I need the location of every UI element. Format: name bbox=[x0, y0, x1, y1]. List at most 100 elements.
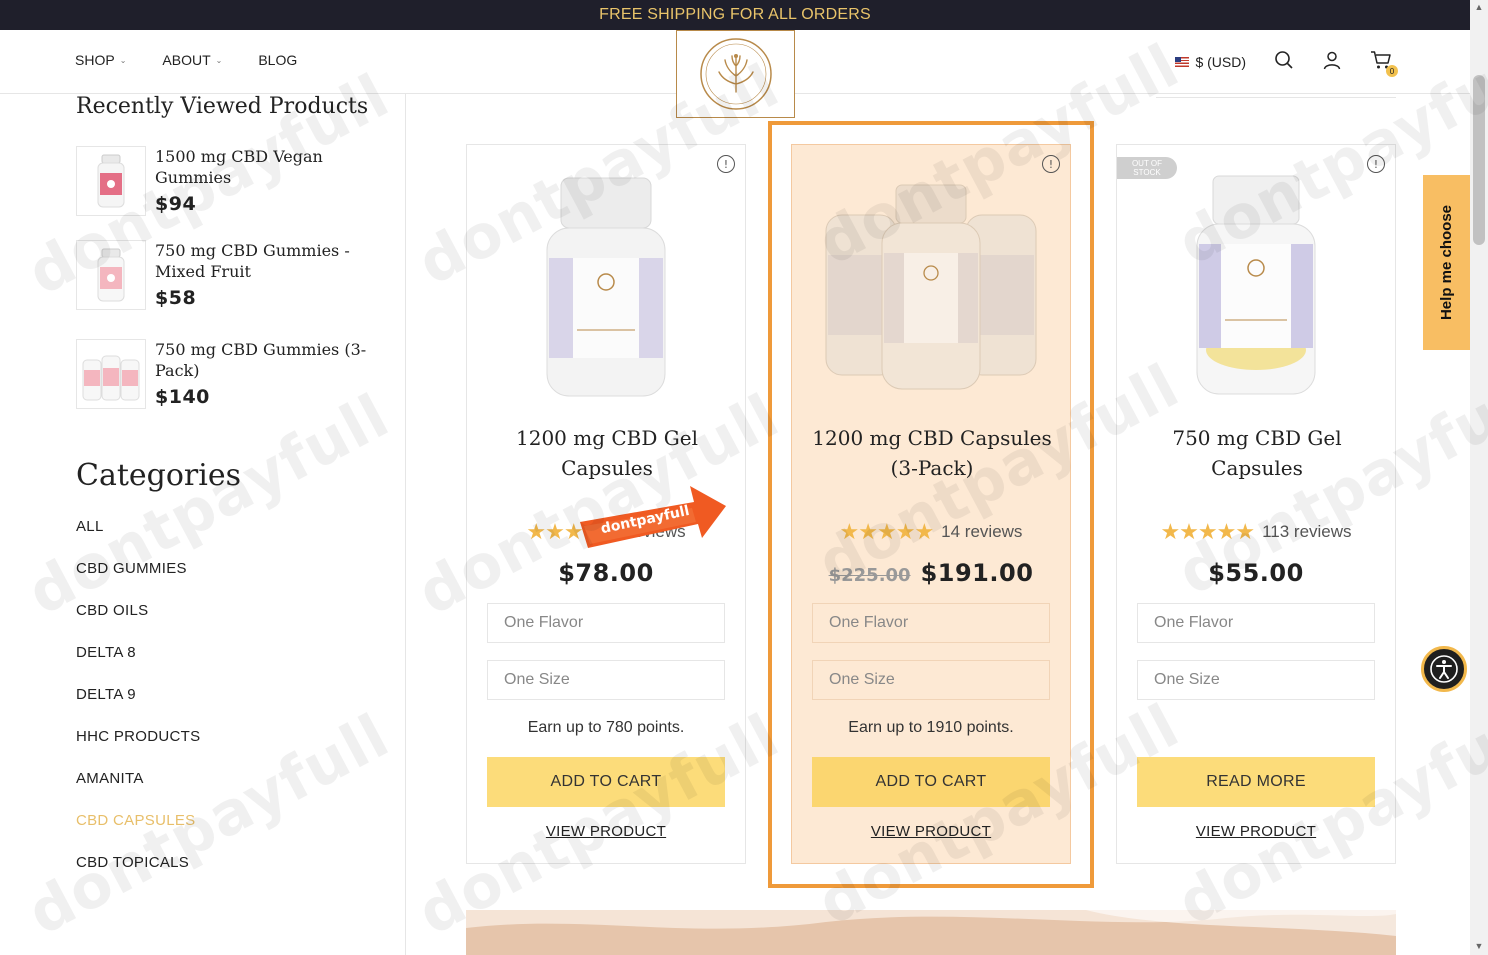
banner-texture-icon bbox=[466, 910, 1396, 936]
promo-banner bbox=[466, 910, 1396, 955]
sidebar: Recently Viewed Products 1500 mg CBD Veg… bbox=[76, 94, 406, 871]
sort-field-edge bbox=[1156, 96, 1396, 98]
category-link[interactable]: DELTA 8 bbox=[76, 644, 200, 686]
site-header: SHOP ⌄ ABOUT ⌄ BLOG $ (USD) 0 bbox=[0, 30, 1470, 118]
gummies-jar-icon bbox=[97, 154, 125, 208]
product-name[interactable]: 1200 mg CBD Capsules (3-Pack) bbox=[812, 423, 1052, 483]
main-nav: SHOP ⌄ ABOUT ⌄ BLOG bbox=[75, 52, 297, 68]
price-row: $55.00 bbox=[1117, 559, 1395, 587]
nav-blog[interactable]: BLOG bbox=[258, 52, 297, 68]
view-product-link[interactable]: VIEW PRODUCT bbox=[1117, 823, 1395, 840]
recent-product-name[interactable]: 1500 mg CBD Vegan Gummies bbox=[155, 146, 395, 188]
flavor-select[interactable]: One Flavor bbox=[812, 603, 1050, 643]
watermark: dontpayfull bbox=[16, 700, 401, 950]
add-to-cart-button[interactable]: ADD TO CART bbox=[487, 757, 725, 807]
nav-shop-label: SHOP bbox=[75, 52, 115, 68]
product-price: $55.00 bbox=[1208, 559, 1304, 587]
capsule-bottles-3-pack-icon bbox=[825, 184, 1037, 390]
reward-points: Earn up to 1910 points. bbox=[848, 719, 1014, 736]
announcement-bar: FREE SHIPPING FOR ALL ORDERS bbox=[0, 0, 1470, 30]
category-link-active[interactable]: CBD CAPSULES bbox=[76, 812, 200, 854]
product-rating[interactable]: ★★★★★ 14 reviews bbox=[792, 521, 1070, 543]
logo-emblem-icon bbox=[699, 38, 772, 110]
product-name[interactable]: 1200 mg CBD Gel Capsules bbox=[487, 423, 727, 483]
us-flag-icon bbox=[1175, 56, 1190, 67]
site-logo[interactable] bbox=[676, 30, 795, 118]
recent-product-thumbnail[interactable] bbox=[76, 240, 146, 310]
read-more-button[interactable]: READ MORE bbox=[1137, 757, 1375, 807]
size-select[interactable]: One Size bbox=[1137, 660, 1375, 700]
recently-viewed-title: Recently Viewed Products bbox=[76, 94, 369, 119]
sidebar-divider bbox=[405, 94, 406, 955]
account-icon[interactable] bbox=[1322, 50, 1342, 73]
header-actions: $ (USD) 0 bbox=[1175, 50, 1398, 77]
recent-product-thumbnail[interactable] bbox=[76, 339, 146, 409]
product-rating[interactable]: ★★★★★ 113 reviews bbox=[1117, 521, 1395, 543]
product-price: $191.00 bbox=[920, 559, 1034, 587]
chevron-down-icon: ⌄ bbox=[119, 55, 127, 65]
product-card-highlighted: ! 1200 mg CBD Capsules (3-Pack) ★★★★★ 14… bbox=[791, 144, 1071, 864]
cart-icon[interactable]: 0 bbox=[1370, 50, 1398, 77]
recent-product-price: $94 bbox=[155, 193, 197, 215]
help-me-choose-label: Help me choose bbox=[1438, 204, 1456, 321]
scroll-down-arrow-icon[interactable]: ▼ bbox=[1473, 941, 1485, 951]
nav-about[interactable]: ABOUT ⌄ bbox=[162, 52, 222, 68]
recent-product[interactable]: 750 mg CBD Gummies - Mixed Fruit $58 bbox=[76, 240, 395, 310]
size-select[interactable]: One Size bbox=[487, 660, 725, 700]
reward-points: Earn up to 780 points. bbox=[527, 719, 685, 736]
category-link[interactable]: DELTA 9 bbox=[76, 686, 200, 728]
currency-selector[interactable]: $ (USD) bbox=[1175, 54, 1246, 70]
flavor-select[interactable]: One Flavor bbox=[1137, 603, 1375, 643]
categories-title: Categories bbox=[76, 458, 241, 493]
announcement-text: FREE SHIPPING FOR ALL ORDERS bbox=[599, 6, 871, 23]
star-rating-icon: ★★★★★ bbox=[1160, 519, 1255, 544]
recent-product-thumbnail[interactable] bbox=[76, 146, 146, 216]
view-product-link[interactable]: VIEW PRODUCT bbox=[792, 823, 1070, 840]
product-price: $78.00 bbox=[558, 559, 654, 587]
gummies-jar-icon bbox=[97, 248, 125, 302]
dontpayfull-arrow-badge: dontpayfull bbox=[580, 486, 726, 548]
recent-product-price: $58 bbox=[155, 287, 197, 309]
star-rating-icon: ★★★★★ bbox=[839, 519, 935, 544]
add-to-cart-button[interactable]: ADD TO CART bbox=[812, 757, 1050, 807]
category-link[interactable]: AMANITA bbox=[76, 770, 200, 812]
scrollbar-thumb[interactable] bbox=[1473, 75, 1485, 245]
category-link[interactable]: HHC PRODUCTS bbox=[76, 728, 200, 770]
nav-shop[interactable]: SHOP ⌄ bbox=[75, 52, 126, 68]
category-link[interactable]: CBD OILS bbox=[76, 602, 200, 644]
category-link[interactable]: CBD TOPICALS bbox=[76, 854, 200, 896]
help-me-choose-tab[interactable]: Help me choose bbox=[1423, 175, 1471, 350]
accessibility-button[interactable] bbox=[1421, 646, 1467, 692]
flavor-select[interactable]: One Flavor bbox=[487, 603, 725, 643]
product-image[interactable] bbox=[467, 165, 745, 405]
recent-product-price: $140 bbox=[155, 386, 210, 408]
product-image[interactable] bbox=[1117, 165, 1395, 405]
category-link[interactable]: CBD GUMMIES bbox=[76, 560, 200, 602]
chevron-down-icon: ⌄ bbox=[215, 55, 223, 65]
nav-blog-label: BLOG bbox=[258, 52, 298, 68]
watermark: dontpayfull bbox=[16, 380, 401, 630]
price-row: $78.00 bbox=[467, 559, 745, 587]
category-link[interactable]: ALL bbox=[76, 518, 200, 560]
product-image[interactable] bbox=[792, 165, 1070, 405]
recent-product-name[interactable]: 750 mg CBD Gummies - Mixed Fruit bbox=[155, 240, 395, 282]
price-row: $225.00 $191.00 bbox=[792, 559, 1070, 587]
search-icon[interactable] bbox=[1274, 50, 1294, 73]
recent-product-name[interactable]: 750 mg CBD Gummies (3-Pack) bbox=[155, 339, 395, 381]
product-old-price: $225.00 bbox=[828, 565, 911, 586]
size-select[interactable]: One Size bbox=[812, 660, 1050, 700]
capsule-bottle-icon bbox=[546, 177, 666, 397]
gummies-3-pack-icon bbox=[82, 355, 140, 401]
recent-product[interactable]: 750 mg CBD Gummies (3-Pack) $140 bbox=[76, 339, 395, 409]
product-name[interactable]: 750 mg CBD Gel Capsules bbox=[1137, 423, 1377, 483]
review-count: 113 reviews bbox=[1262, 522, 1352, 541]
category-list: ALL CBD GUMMIES CBD OILS DELTA 8 DELTA 9… bbox=[76, 518, 200, 896]
capsule-bottle-icon bbox=[1196, 175, 1316, 395]
scroll-up-arrow-icon[interactable]: ▲ bbox=[1473, 2, 1485, 12]
nav-about-label: ABOUT bbox=[162, 52, 211, 68]
review-count: 14 reviews bbox=[941, 522, 1023, 541]
cart-count-badge: 0 bbox=[1386, 65, 1398, 77]
view-product-link[interactable]: VIEW PRODUCT bbox=[467, 823, 745, 840]
recent-product[interactable]: 1500 mg CBD Vegan Gummies $94 bbox=[76, 146, 395, 216]
accessibility-icon bbox=[1430, 655, 1458, 683]
